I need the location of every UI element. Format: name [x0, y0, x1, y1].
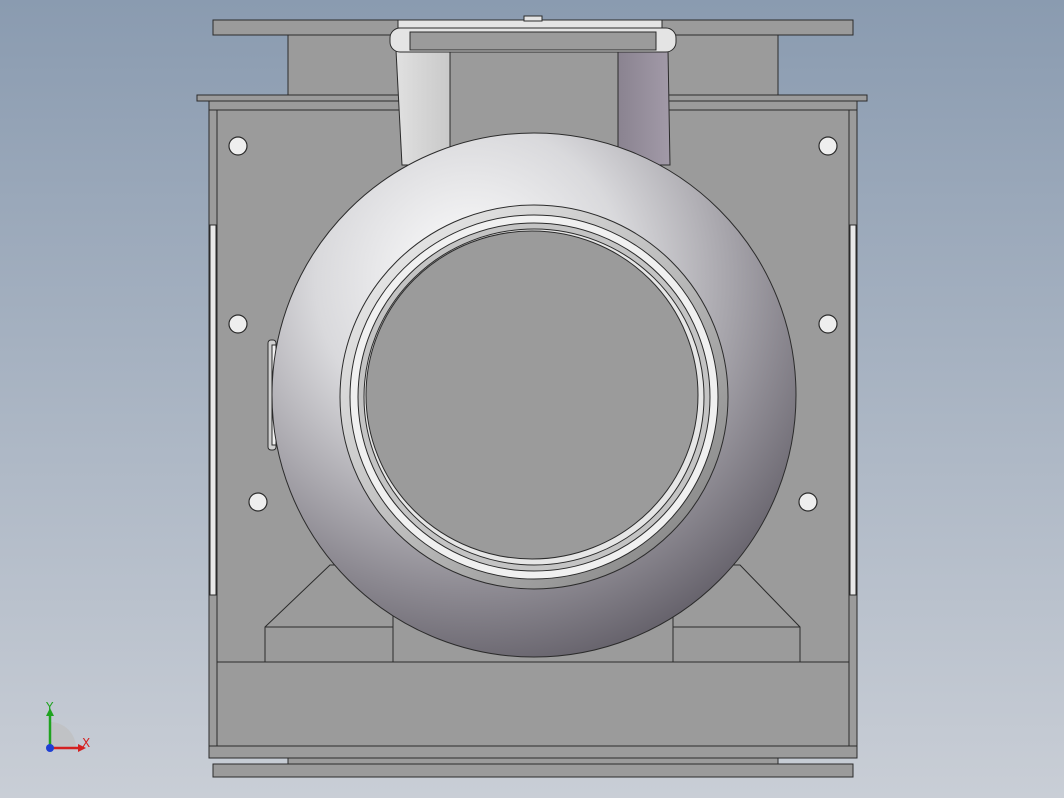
bottom-flange[interactable]	[208, 745, 858, 759]
opening-inner-face[interactable]	[365, 230, 699, 560]
bolt-hole[interactable]	[228, 136, 248, 156]
bolt-hole[interactable]	[818, 136, 838, 156]
inlet-leg-right[interactable]	[617, 49, 671, 166]
y-axis-label: Y	[45, 700, 54, 714]
bottom-plate[interactable]	[212, 763, 854, 778]
bolt-hole[interactable]	[248, 492, 268, 512]
right-side-slot[interactable]	[849, 224, 857, 596]
x-axis-label: X	[82, 736, 90, 750]
inlet-leg-left[interactable]	[395, 49, 451, 166]
bolt-hole[interactable]	[798, 492, 818, 512]
lower-base[interactable]	[216, 661, 850, 747]
bolt-hole[interactable]	[818, 314, 838, 334]
bottom-plate-inset	[287, 757, 779, 765]
bolt-hole[interactable]	[228, 314, 248, 334]
cad-viewport[interactable]: X Y	[0, 0, 1064, 798]
front-opening[interactable]	[339, 204, 729, 590]
model-view[interactable]: X Y	[0, 0, 1064, 798]
inlet-flange-face	[409, 31, 657, 51]
inlet-top-tab	[523, 15, 543, 22]
z-axis-dot	[46, 744, 54, 752]
left-side-slot[interactable]	[209, 224, 217, 596]
